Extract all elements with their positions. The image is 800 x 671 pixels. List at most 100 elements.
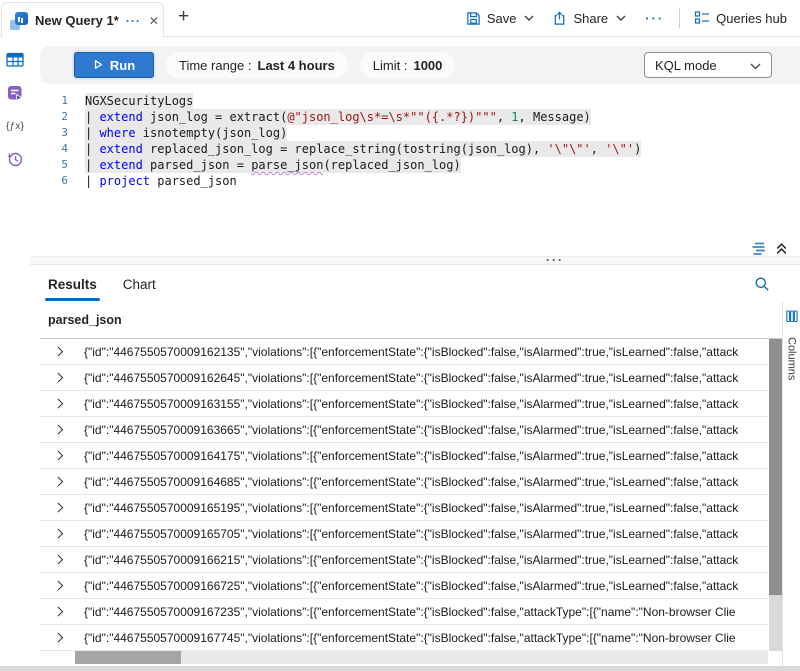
columns-icon [786,310,798,328]
tab-chart[interactable]: Chart [123,266,156,302]
row-json-text: {"id":"4467550570009167235","violations"… [84,605,768,619]
table-row[interactable]: {"id":"4467550570009165195","violations"… [40,495,768,521]
line-number: 1 [40,93,68,109]
time-range-label: Time range : [179,58,252,73]
row-json-text: {"id":"4467550570009167745","violations"… [84,631,768,645]
splitter-handle[interactable]: ··· [546,253,564,267]
code-text[interactable]: | where isnotempty(json_log) [85,125,287,141]
code-text[interactable]: | extend replaced_json_log = replace_str… [85,141,641,157]
panel-splitter[interactable]: ··· [30,256,800,265]
code-line[interactable]: 5| extend parsed_json = parse_json(repla… [40,157,800,173]
column-header[interactable]: parsed_json [40,302,782,339]
table-row[interactable]: {"id":"4467550570009162645","violations"… [40,365,768,391]
code-text[interactable]: | extend json_log = extract(@"json_log\s… [85,109,591,125]
query-editor[interactable]: 1 NGXSecurityLogs 2 | extend json_log = ext… [40,93,800,189]
tab-title: New Query 1* [35,13,119,28]
row-expand-icon[interactable] [55,426,65,433]
line-number: 3 [40,125,68,141]
row-expand-icon[interactable] [55,556,65,563]
results-panel: Results Chart parsed_json {"id":"4467550… [30,266,800,671]
time-range-picker[interactable]: Time range : Last 4 hours [166,52,348,78]
time-range-value: Last 4 hours [258,58,335,73]
editor-lines: 1 NGXSecurityLogs 2 | extend json_log = ext… [40,93,800,189]
row-expand-icon[interactable] [55,504,65,511]
table-row[interactable]: {"id":"4467550570009163665","violations"… [40,417,768,443]
table-row[interactable]: {"id":"4467550570009163155","violations"… [40,391,768,417]
run-button[interactable]: Run [74,52,154,78]
row-json-text: {"id":"4467550570009165195","violations"… [84,501,768,515]
row-json-text: {"id":"4467550570009163155","violations"… [84,397,768,411]
tab-more-icon[interactable]: ··· [126,16,141,26]
row-json-text: {"id":"4467550570009166215","violations"… [84,553,768,567]
row-expand-icon[interactable] [55,348,65,355]
table-row[interactable]: {"id":"4467550570009165705","violations"… [40,521,768,547]
row-json-text: {"id":"4467550570009163665","violations"… [84,423,768,437]
divider [679,8,680,28]
vertical-scrollbar[interactable] [769,339,782,651]
code-text[interactable]: NGXSecurityLogs [85,93,193,109]
run-label: Run [110,58,135,73]
top-actions: Save Share ··· [457,0,796,36]
row-expand-icon[interactable] [55,634,65,641]
save-icon [466,11,481,26]
play-icon [93,58,103,73]
columns-side-panel[interactable]: Columns [782,302,800,671]
limit-label: Limit : [373,58,408,73]
search-icon[interactable] [754,276,770,297]
saved-scripts-icon[interactable] [6,84,24,102]
share-label: Share [573,11,608,26]
columns-panel-label: Columns [786,337,798,380]
query-tab[interactable]: New Query 1* ··· ✕ [1,2,164,38]
horizontal-scrollbar-thumb[interactable] [75,651,181,664]
row-expand-icon[interactable] [55,400,65,407]
code-text[interactable]: | project parsed_json [85,173,237,189]
query-mode-select[interactable]: KQL mode [644,52,772,78]
table-row[interactable]: {"id":"4467550570009164685","violations"… [40,469,768,495]
query-history-icon[interactable] [6,150,24,168]
tab-results[interactable]: Results [48,266,97,302]
row-expand-icon[interactable] [55,452,65,459]
tab-close-icon[interactable]: ✕ [149,14,159,28]
more-actions-button[interactable]: ··· [635,11,674,26]
code-text[interactable]: | extend parsed_json = parse_json(replac… [85,157,461,173]
row-expand-icon[interactable] [55,530,65,537]
code-line[interactable]: 2 | extend json_log = extract(@"json_log\… [40,109,800,125]
table-row[interactable]: {"id":"4467550570009164175","violations"… [40,443,768,469]
table-row[interactable]: {"id":"4467550570009167235","violations"… [40,599,768,625]
row-expand-icon[interactable] [55,582,65,589]
code-line[interactable]: 6| project parsed_json [40,173,800,189]
line-number: 4 [40,141,68,157]
row-json-text: {"id":"4467550570009164685","violations"… [84,475,768,489]
queries-hub-button[interactable]: Queries hub [685,10,796,26]
table-row[interactable]: {"id":"4467550570009167745","violations"… [40,625,768,651]
code-line[interactable]: 1 NGXSecurityLogs [40,93,800,109]
new-tab-button[interactable]: + [178,6,189,28]
functions-icon[interactable]: {ƒx} [6,117,24,135]
chevron-down-icon [750,58,761,73]
table-row[interactable]: {"id":"4467550570009166725","violations"… [40,573,768,599]
query-mode-value: KQL mode [655,58,717,73]
row-expand-icon[interactable] [55,608,65,615]
save-button[interactable]: Save [457,11,544,26]
table-row[interactable]: {"id":"4467550570009162135","violations"… [40,339,768,365]
code-line[interactable]: 4 | extend replaced_json_log = replace_st… [40,141,800,157]
results-rows: {"id":"4467550570009162135","violations"… [40,339,768,651]
chevron-down-icon[interactable] [524,15,534,21]
horizontal-scrollbar[interactable] [75,651,768,664]
chevron-down-icon[interactable] [616,15,626,21]
vertical-scrollbar-thumb[interactable] [769,339,782,595]
line-number: 2 [40,109,68,125]
limit-picker[interactable]: Limit : 1000 [360,52,456,78]
table-row[interactable]: {"id":"4467550570009166215","violations"… [40,547,768,573]
queries-hub-label: Queries hub [716,11,787,26]
save-label: Save [487,11,517,26]
tables-icon[interactable] [6,51,24,69]
row-json-text: {"id":"4467550570009162645","violations"… [84,371,768,385]
window-bottom-scrollbar[interactable] [0,666,800,671]
share-button[interactable]: Share [543,11,635,26]
row-expand-icon[interactable] [55,478,65,485]
code-line[interactable]: 3 | where isnotempty(json_log) [40,125,800,141]
row-expand-icon[interactable] [55,374,65,381]
tab-bar: New Query 1* ··· ✕ + Save [0,0,800,37]
results-tabs: Results Chart [30,266,800,302]
